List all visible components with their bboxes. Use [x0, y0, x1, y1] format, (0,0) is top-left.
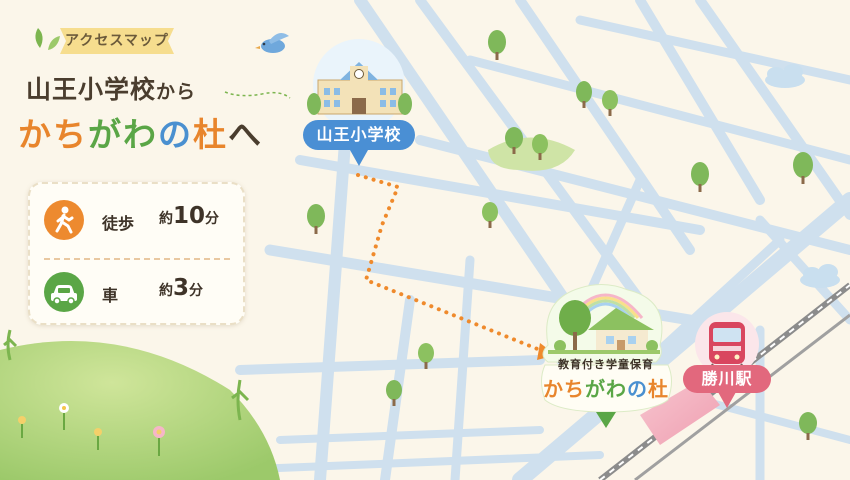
title-from: から	[156, 81, 197, 103]
title-char: か	[18, 115, 53, 154]
walking-person-icon	[44, 200, 84, 240]
access-map: アクセスマップ 山王小学校から かちがわの杜へ 徒歩 約10分 車 約3分 山王…	[0, 0, 850, 480]
title-line-1: 山王小学校から	[26, 70, 196, 106]
walk-label: 徒歩	[102, 214, 135, 233]
nursery-name-char: ち	[564, 377, 585, 401]
nursery-name-char: わ	[606, 377, 627, 401]
walk-time: 約10分	[159, 203, 220, 229]
park-area	[488, 137, 575, 171]
ribbon-title: アクセスマップ	[65, 33, 169, 49]
car-label: 車	[102, 286, 119, 305]
nursery-subtitle: 教育付き学童保育	[558, 358, 654, 371]
card-divider	[44, 258, 230, 260]
nursery-name-char: か	[543, 377, 564, 401]
car-time: 約3分	[159, 275, 204, 301]
nursery-name: かちがわの杜	[539, 373, 673, 402]
station-marker-label[interactable]: 勝川駅	[683, 365, 771, 393]
title-char: わ	[123, 115, 158, 154]
nursery-name-char: 杜	[648, 377, 669, 401]
title-char: の	[158, 115, 193, 154]
nursery-name-char: の	[627, 377, 648, 401]
title-char: ち	[53, 115, 88, 154]
nursery-name-char: が	[585, 377, 606, 401]
nursery-marker-label[interactable]: 教育付き学童保育 かちがわの杜	[539, 356, 673, 402]
school-marker-label[interactable]: 山王小学校	[303, 120, 415, 150]
car-row: 車 約3分	[44, 272, 234, 316]
car-icon	[44, 272, 84, 312]
title-char: が	[88, 115, 123, 154]
walk-row: 徒歩 約10分	[44, 200, 234, 244]
title-origin: 山王小学校	[26, 75, 157, 104]
title-char: へ	[228, 115, 263, 154]
title-line-2: かちがわの杜へ	[18, 108, 263, 156]
bluebird-icon	[255, 32, 289, 53]
access-time-card: 徒歩 約10分 車 約3分	[28, 182, 245, 325]
school-pin-tip	[350, 150, 368, 166]
title-char: 杜	[193, 115, 228, 154]
